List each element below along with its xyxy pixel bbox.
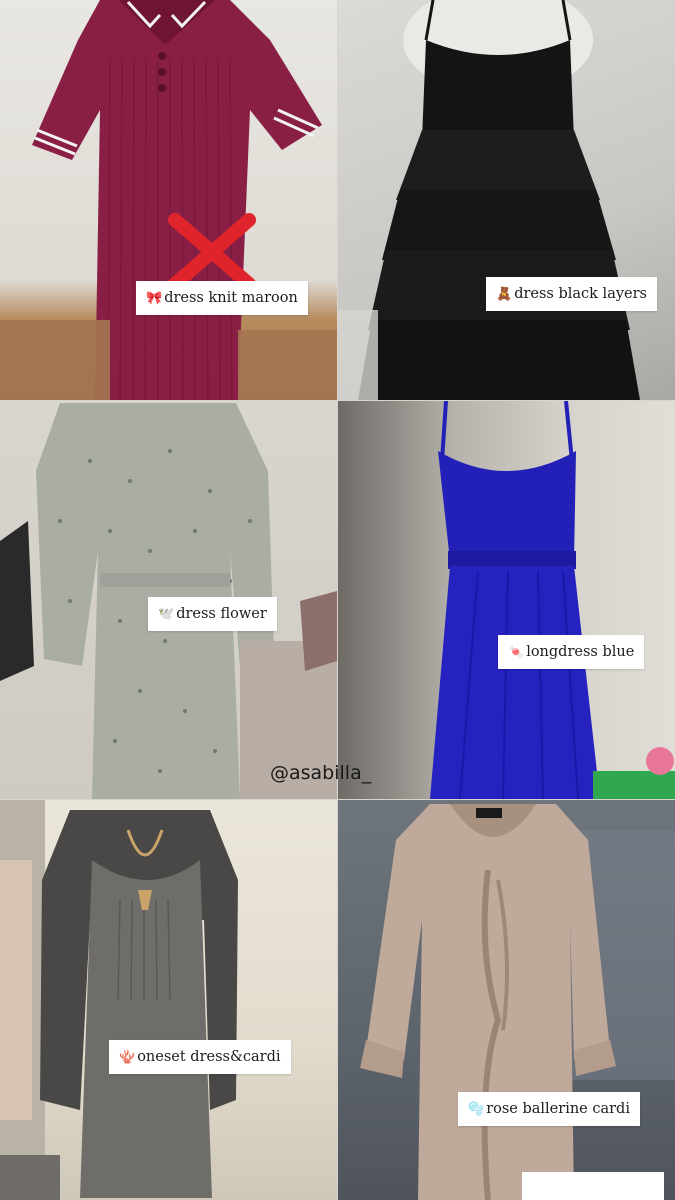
photo-rose-ballerine-cardi: 🫧 rose ballerine cardi	[338, 800, 675, 1200]
maroon-dress-illustration	[0, 0, 337, 400]
cross-out-icon	[168, 213, 256, 291]
dove-icon: 🕊️	[158, 607, 175, 622]
photo-blue-long-dress: 🍬 longdress blue	[338, 401, 675, 799]
white-overlay-bar	[522, 1172, 664, 1200]
item-label: 🍬 longdress blue	[498, 635, 645, 669]
ribbon-icon: 🎀	[146, 291, 163, 306]
item-label: 🪸 oneset dress&cardi	[109, 1040, 291, 1074]
rose-cardi-illustration	[360, 804, 675, 1200]
watermark-handle: @asabilla_	[270, 762, 372, 784]
photo-oneset-dress-cardi: 🪸 oneset dress&cardi	[0, 800, 337, 1200]
black-dress-illustration	[338, 0, 640, 400]
photo-flower-dress: 🕊️ dress flower	[0, 401, 337, 799]
coral-icon: 🪸	[119, 1050, 136, 1065]
photo-black-layered-dress: 🧸 dress black layers	[338, 0, 675, 400]
teddy-bear-icon: 🧸	[496, 287, 513, 302]
candy-icon: 🍬	[508, 645, 525, 660]
bubbles-icon: 🫧	[468, 1102, 485, 1117]
grey-dress-cardi-illustration	[0, 800, 238, 1200]
item-label: 🕊️ dress flower	[148, 597, 277, 631]
photo-maroon-knit-dress: 🎀 dress knit maroon	[0, 0, 337, 400]
item-label: 🫧 rose ballerine cardi	[458, 1092, 640, 1126]
item-label: 🎀 dress knit maroon	[136, 281, 308, 315]
item-label: 🧸 dress black layers	[486, 277, 657, 311]
blue-dress-illustration	[430, 401, 675, 799]
